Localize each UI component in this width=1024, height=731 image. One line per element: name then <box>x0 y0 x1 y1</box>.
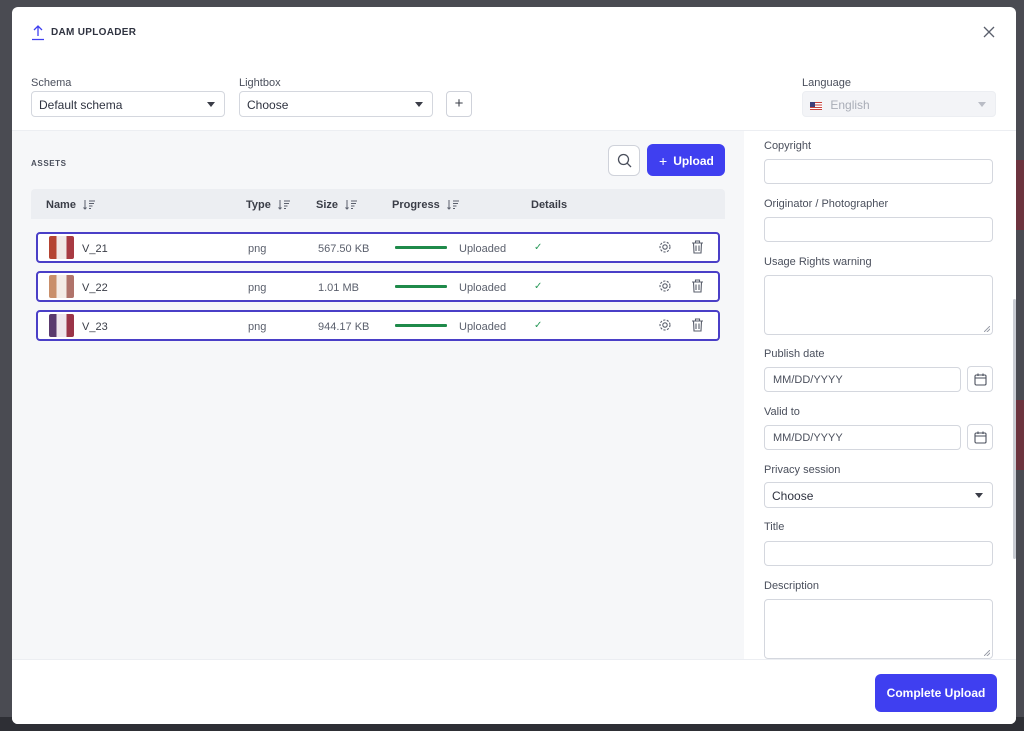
table-row[interactable]: V_23 png 944.17 KB Uploaded ✓ <box>36 310 720 341</box>
lightbox-select[interactable]: Choose <box>239 91 433 117</box>
asset-size: 567.50 KB <box>318 243 370 255</box>
progress-bar <box>395 285 447 288</box>
asset-name: V_23 <box>82 321 108 333</box>
upload-button[interactable]: + Upload <box>647 144 725 176</box>
metadata-panel: Copyright Originator / Photographer Usag… <box>744 131 1016 660</box>
originator-field[interactable] <box>764 217 993 242</box>
upload-status: Uploaded <box>459 321 507 333</box>
chevron-down-icon <box>975 493 983 498</box>
asset-type: png <box>248 321 267 333</box>
copyright-field[interactable] <box>764 159 993 184</box>
calendar-icon <box>974 431 987 444</box>
check-icon: ✓ <box>534 242 543 253</box>
trash-icon[interactable] <box>691 279 704 293</box>
top-fields: Schema Default schema Lightbox Choose La… <box>12 59 1016 131</box>
trash-icon[interactable] <box>691 240 704 254</box>
dam-uploader-modal: DAM UPLOADER Schema Default schema Light… <box>12 7 1016 724</box>
search-icon <box>617 153 632 168</box>
asset-thumbnail <box>49 275 74 298</box>
upload-status: Uploaded <box>459 282 507 294</box>
usage-rights-field[interactable] <box>764 275 993 335</box>
privacy-session-value: Choose <box>772 489 814 503</box>
asset-type: png <box>248 243 267 255</box>
chevron-down-icon <box>415 102 423 107</box>
title-field[interactable] <box>764 541 993 566</box>
column-size[interactable]: Size <box>316 199 358 211</box>
search-button[interactable] <box>608 145 640 176</box>
valid-to-label: Valid to <box>764 406 800 418</box>
asset-name: V_22 <box>82 282 108 294</box>
check-icon: ✓ <box>534 281 543 292</box>
sort-icon <box>446 200 459 210</box>
asset-size: 1.01 MB <box>318 282 359 294</box>
table-row[interactable]: V_22 png 1.01 MB Uploaded ✓ <box>36 271 720 302</box>
publish-date-field[interactable]: MM/DD/YYYY <box>764 367 961 392</box>
title-label: Title <box>764 521 785 533</box>
progress-bar <box>395 324 447 327</box>
check-icon: ✓ <box>534 320 543 331</box>
publish-date-label: Publish date <box>764 348 825 360</box>
sort-icon <box>278 200 290 210</box>
modal-footer: Complete Upload <box>12 659 1016 724</box>
asset-size: 944.17 KB <box>318 321 370 333</box>
asset-thumbnail <box>49 314 74 337</box>
privacy-session-select[interactable]: Choose <box>764 482 993 508</box>
assets-pane: ASSETS + Upload Name Type Size Progress D… <box>12 131 744 660</box>
table-header: Name Type Size Progress Details <box>31 189 725 219</box>
schema-label: Schema <box>31 77 72 89</box>
schema-select-value: Default schema <box>39 98 123 112</box>
modal-header: DAM UPLOADER <box>12 7 1016 59</box>
trash-icon[interactable] <box>691 318 704 332</box>
calendar-icon <box>974 373 987 386</box>
table-row[interactable]: V_21 png 567.50 KB Uploaded ✓ <box>36 232 720 263</box>
publish-date-picker-button[interactable] <box>967 366 993 392</box>
add-lightbox-button[interactable]: + <box>446 91 472 117</box>
progress-bar <box>395 246 447 249</box>
column-type[interactable]: Type <box>246 199 291 211</box>
column-details: Details <box>531 199 568 211</box>
modal-title: DAM UPLOADER <box>51 27 137 38</box>
sort-icon <box>345 200 358 210</box>
chevron-down-icon <box>207 102 215 107</box>
assets-title: ASSETS <box>31 159 67 168</box>
language-select: English <box>802 91 996 117</box>
lightbox-select-value: Choose <box>247 98 289 112</box>
asset-name: V_21 <box>82 243 108 255</box>
complete-upload-button[interactable]: Complete Upload <box>875 674 997 712</box>
usage-rights-label: Usage Rights warning <box>764 256 872 268</box>
sort-icon <box>83 200 95 210</box>
schema-select[interactable]: Default schema <box>31 91 225 117</box>
description-label: Description <box>764 580 820 592</box>
close-icon[interactable] <box>982 25 996 39</box>
upload-button-label: Upload <box>673 154 714 168</box>
asset-thumbnail <box>49 236 74 259</box>
privacy-session-label: Privacy session <box>764 464 841 476</box>
column-name[interactable]: Name <box>46 199 96 211</box>
valid-to-field[interactable]: MM/DD/YYYY <box>764 425 961 450</box>
gear-icon[interactable] <box>658 240 672 254</box>
gear-icon[interactable] <box>658 318 672 332</box>
chevron-down-icon <box>978 102 986 107</box>
metadata-scrollbar[interactable] <box>1013 299 1016 559</box>
description-field[interactable] <box>764 599 993 659</box>
originator-label: Originator / Photographer <box>764 198 889 210</box>
upload-icon <box>32 25 44 41</box>
language-select-value: English <box>830 98 870 112</box>
us-flag-icon <box>810 102 822 110</box>
plus-icon: + <box>659 153 668 169</box>
lightbox-label: Lightbox <box>239 77 281 89</box>
asset-type: png <box>248 282 267 294</box>
language-label: Language <box>802 77 851 89</box>
upload-status: Uploaded <box>459 243 507 255</box>
valid-to-picker-button[interactable] <box>967 424 993 450</box>
column-progress[interactable]: Progress <box>392 199 460 211</box>
gear-icon[interactable] <box>658 279 672 293</box>
copyright-label: Copyright <box>764 140 812 152</box>
